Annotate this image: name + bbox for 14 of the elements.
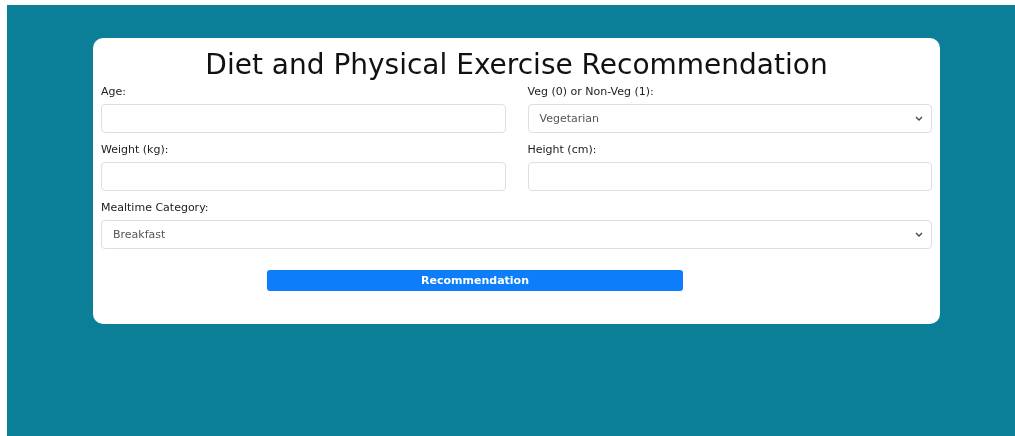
field-label: Veg (0) or Non-Veg (1): — [527, 84, 655, 100]
chevron-down-icon — [915, 232, 923, 237]
input-field[interactable] — [101, 104, 506, 133]
field-label: Mealtime Category: — [101, 200, 210, 216]
field-label: Height (cm): — [527, 142, 598, 158]
field-label: Weight (kg): — [101, 142, 170, 158]
dropdown[interactable]: Vegetarian — [527, 104, 932, 133]
page-title: Diet and Physical Exercise Recommendation — [204, 47, 829, 83]
input-field[interactable] — [527, 162, 932, 191]
field-label: Age: — [101, 84, 127, 100]
dropdown[interactable]: Breakfast — [101, 220, 932, 249]
chevron-down-icon — [915, 116, 923, 121]
input-field[interactable] — [101, 162, 506, 191]
recommendation-button[interactable]: Recommendation — [267, 270, 683, 291]
